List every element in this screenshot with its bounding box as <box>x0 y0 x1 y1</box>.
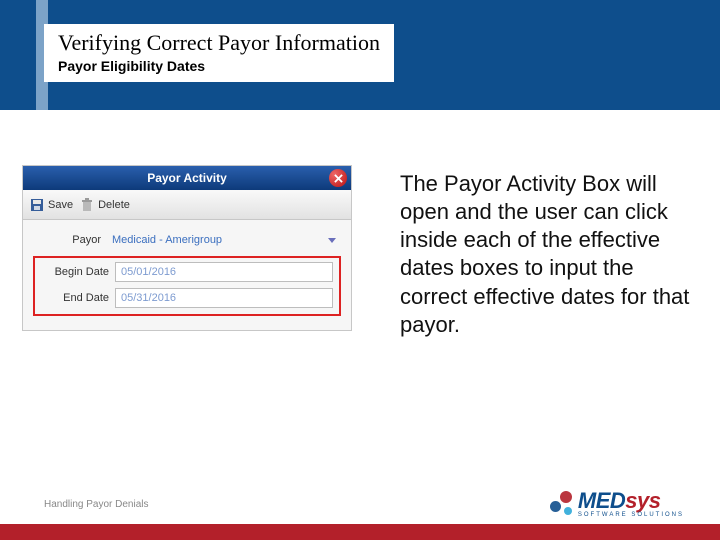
payor-value: Medicaid - Amerigroup <box>112 234 222 246</box>
highlight-box: Begin Date 05/01/2016 End Date 05/31/201… <box>33 256 341 316</box>
delete-button[interactable]: Delete <box>79 197 130 213</box>
save-button[interactable]: Save <box>29 197 73 213</box>
payor-row: Payor Medicaid - Amerigroup <box>33 230 341 250</box>
logo-text: MEDsys SOFTWARE SOLUTIONS <box>578 488 684 518</box>
panel-body: Payor Medicaid - Amerigroup Begin Date 0… <box>23 220 351 330</box>
logo-part2: sys <box>625 488 660 514</box>
delete-label: Delete <box>98 199 130 211</box>
panel-toolbar: Save Delete <box>23 190 351 220</box>
end-date-input[interactable]: 05/31/2016 <box>115 288 333 308</box>
begin-date-label: Begin Date <box>41 266 109 278</box>
save-label: Save <box>48 199 73 211</box>
logo-tagline: SOFTWARE SOLUTIONS <box>578 512 684 518</box>
close-button[interactable] <box>329 169 347 187</box>
end-date-value: 05/31/2016 <box>121 292 176 304</box>
footer-text: Handling Payor Denials <box>44 499 149 510</box>
chevron-down-icon <box>328 238 336 243</box>
body-paragraph: The Payor Activity Box will open and the… <box>400 170 700 339</box>
panel-title: Payor Activity <box>147 171 227 185</box>
header-band: Verifying Correct Payor Information Payo… <box>0 0 720 110</box>
brand-logo: MEDsys SOFTWARE SOLUTIONS <box>548 488 684 518</box>
end-date-row: End Date 05/31/2016 <box>41 288 333 308</box>
panel-titlebar: Payor Activity <box>23 166 351 190</box>
payor-field-label: Payor <box>33 234 101 246</box>
trash-icon <box>79 197 95 213</box>
page-subtitle: Payor Eligibility Dates <box>58 58 380 74</box>
header-box: Verifying Correct Payor Information Payo… <box>44 24 394 82</box>
page-title: Verifying Correct Payor Information <box>58 30 380 56</box>
payor-dropdown[interactable]: Medicaid - Amerigroup <box>107 230 341 250</box>
close-icon <box>334 174 343 183</box>
save-icon <box>29 197 45 213</box>
footer-bar <box>0 524 720 540</box>
end-date-label: End Date <box>41 292 109 304</box>
begin-date-input[interactable]: 05/01/2016 <box>115 262 333 282</box>
begin-date-row: Begin Date 05/01/2016 <box>41 262 333 282</box>
payor-activity-panel: Payor Activity Save Delete Payor <box>22 165 352 331</box>
logo-dots-icon <box>548 491 574 515</box>
begin-date-value: 05/01/2016 <box>121 266 176 278</box>
logo-part1: MED <box>578 488 625 514</box>
slide: Verifying Correct Payor Information Payo… <box>0 0 720 540</box>
